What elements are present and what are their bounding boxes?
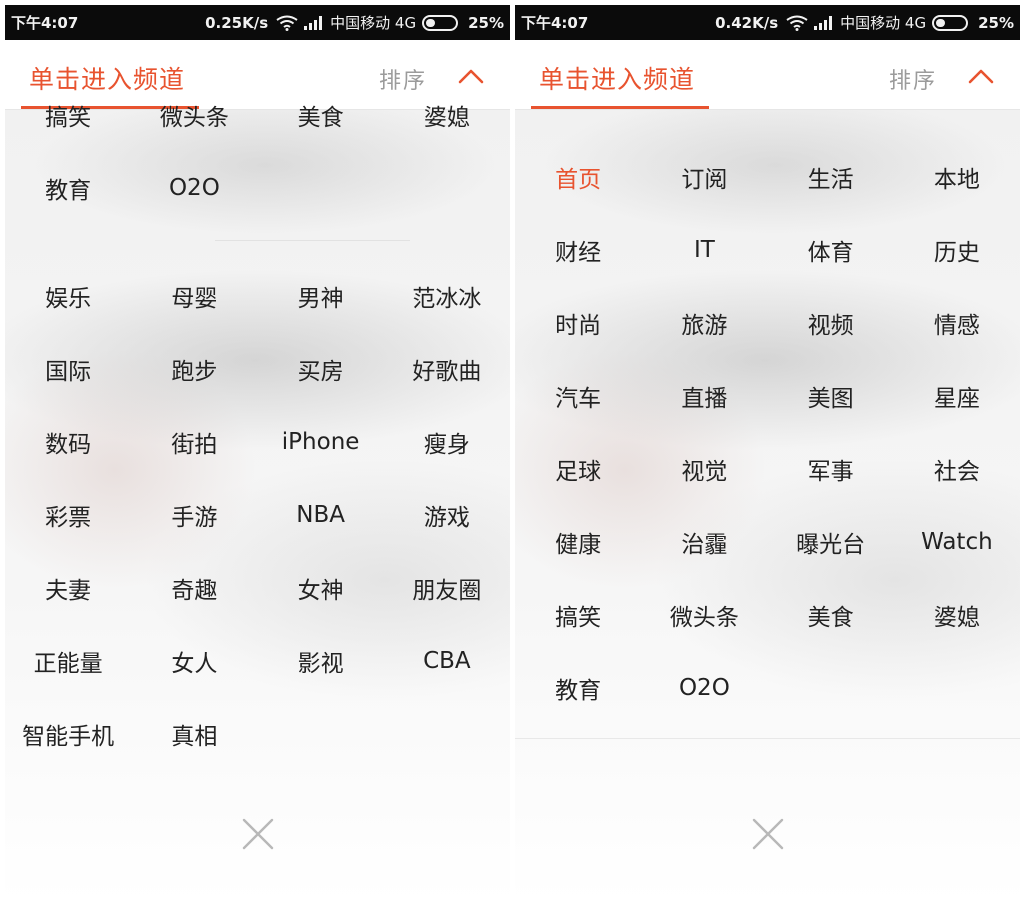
channel-item[interactable]: 美食 (768, 578, 894, 651)
channel-item[interactable]: 军事 (768, 432, 894, 505)
channel-item[interactable]: 情感 (894, 286, 1020, 359)
channel-item[interactable]: 影视 (258, 624, 384, 697)
channel-item[interactable]: 女神 (258, 551, 384, 624)
channel-item[interactable]: 娱乐 (5, 259, 131, 332)
channel-item[interactable]: 买房 (258, 332, 384, 405)
phone-screen-left: 下午4:07 0.25K/s 中国移动 4G 25% 单击进入频道 排序 搞笑 … (5, 5, 510, 903)
channel-item[interactable]: 手游 (131, 478, 257, 551)
my-channel-grid: 首页 订阅 生活 本地 财经 IT 体育 历史 时尚 旅游 视频 情感 汽车 直… (515, 140, 1020, 724)
status-bar: 下午4:07 0.25K/s 中国移动 4G 25% (5, 5, 510, 40)
wifi-icon (786, 15, 808, 31)
channel-item[interactable]: IT (641, 213, 767, 286)
channel-item[interactable]: O2O (131, 151, 257, 224)
channel-item[interactable]: 美图 (768, 359, 894, 432)
channel-item[interactable]: 搞笑 (515, 578, 641, 651)
channel-item[interactable]: 视频 (768, 286, 894, 359)
channel-item[interactable]: 社会 (894, 432, 1020, 505)
section-divider (215, 240, 410, 241)
battery-icon (422, 14, 459, 31)
battery-percent: 25% (978, 13, 1014, 32)
channel-item[interactable]: 婆媳 (894, 578, 1020, 651)
network-speed: 0.25K/s (205, 13, 269, 32)
close-icon[interactable] (751, 817, 785, 851)
channel-item[interactable]: 曝光台 (768, 505, 894, 578)
channel-item[interactable]: NBA (258, 478, 384, 551)
channel-item[interactable]: 生活 (768, 140, 894, 213)
channel-item[interactable]: iPhone (258, 405, 384, 478)
status-time: 下午4:07 (11, 14, 79, 32)
channel-item[interactable]: 朋友圈 (384, 551, 510, 624)
channel-item[interactable]: 母婴 (131, 259, 257, 332)
channel-item[interactable]: 真相 (131, 697, 257, 770)
channel-item[interactable]: 男神 (258, 259, 384, 332)
channel-item[interactable]: 教育 (515, 651, 641, 724)
carrier-label: 中国移动 4G (330, 14, 417, 32)
section-divider (515, 738, 1020, 739)
channel-item[interactable]: 智能手机 (5, 697, 131, 770)
sort-button[interactable]: 排序 (889, 63, 937, 95)
channel-item[interactable]: 跑步 (131, 332, 257, 405)
my-channel-grid: 搞笑 微头条 美食 婆媳 教育 O2O (5, 78, 510, 224)
channel-item[interactable]: 旅游 (641, 286, 767, 359)
header-title[interactable]: 单击进入频道 (539, 60, 695, 96)
channel-item[interactable]: 订阅 (641, 140, 767, 213)
carrier-label: 中国移动 4G (840, 14, 927, 32)
status-bar: 下午4:07 0.42K/s 中国移动 4G 25% (515, 5, 1020, 40)
channel-item[interactable]: 体育 (768, 213, 894, 286)
channel-item[interactable]: 美食 (258, 78, 384, 151)
channel-item[interactable]: CBA (384, 624, 510, 697)
channel-item[interactable]: 视觉 (641, 432, 767, 505)
channel-item[interactable]: 历史 (894, 213, 1020, 286)
wifi-icon (276, 15, 298, 31)
channel-panel: 搞笑 微头条 美食 婆媳 教育 O2O 娱乐 母婴 男神 范冰冰 国际 跑步 买… (5, 105, 510, 903)
close-icon[interactable] (241, 817, 275, 851)
channel-item[interactable]: 街拍 (131, 405, 257, 478)
channel-item-active[interactable]: 首页 (515, 140, 641, 213)
signal-icon (814, 15, 834, 30)
channel-item[interactable]: 范冰冰 (384, 259, 510, 332)
channel-item[interactable]: 汽车 (515, 359, 641, 432)
channel-item[interactable]: 正能量 (5, 624, 131, 697)
title-underline (531, 106, 709, 109)
battery-icon (932, 14, 969, 31)
status-time: 下午4:07 (521, 14, 589, 32)
channel-item[interactable]: 夫妻 (5, 551, 131, 624)
signal-icon (304, 15, 324, 30)
channel-item[interactable]: 游戏 (384, 478, 510, 551)
channel-item[interactable]: 搞笑 (5, 78, 131, 151)
channel-item[interactable]: O2O (641, 651, 767, 724)
chevron-up-icon[interactable] (967, 66, 995, 86)
channel-header: 单击进入频道 排序 (515, 40, 1020, 110)
channel-item[interactable]: 教育 (5, 151, 131, 224)
channel-item[interactable]: 好歌曲 (384, 332, 510, 405)
channel-item[interactable]: 微头条 (131, 78, 257, 151)
more-channel-grid: 娱乐 母婴 男神 范冰冰 国际 跑步 买房 好歌曲 数码 街拍 iPhone 瘦… (5, 259, 510, 770)
channel-item[interactable]: 本地 (894, 140, 1020, 213)
phone-screen-right: 下午4:07 0.42K/s 中国移动 4G 25% 单击进入频道 排序 首页 … (515, 5, 1020, 903)
channel-panel: 首页 订阅 生活 本地 财经 IT 体育 历史 时尚 旅游 视频 情感 汽车 直… (515, 110, 1020, 903)
channel-item[interactable]: 国际 (5, 332, 131, 405)
channel-item[interactable]: 财经 (515, 213, 641, 286)
channel-item[interactable]: 奇趣 (131, 551, 257, 624)
channel-item[interactable]: 足球 (515, 432, 641, 505)
channel-item[interactable]: 彩票 (5, 478, 131, 551)
channel-item[interactable]: 瘦身 (384, 405, 510, 478)
channel-item[interactable]: 直播 (641, 359, 767, 432)
channel-item[interactable]: 星座 (894, 359, 1020, 432)
channel-item[interactable]: 婆媳 (384, 78, 510, 151)
channel-item[interactable]: Watch (894, 505, 1020, 578)
channel-item[interactable]: 女人 (131, 624, 257, 697)
battery-percent: 25% (468, 13, 504, 32)
channel-item[interactable]: 治霾 (641, 505, 767, 578)
channel-item[interactable]: 微头条 (641, 578, 767, 651)
channel-item[interactable]: 数码 (5, 405, 131, 478)
network-speed: 0.42K/s (715, 13, 779, 32)
channel-item[interactable]: 时尚 (515, 286, 641, 359)
channel-item[interactable]: 健康 (515, 505, 641, 578)
